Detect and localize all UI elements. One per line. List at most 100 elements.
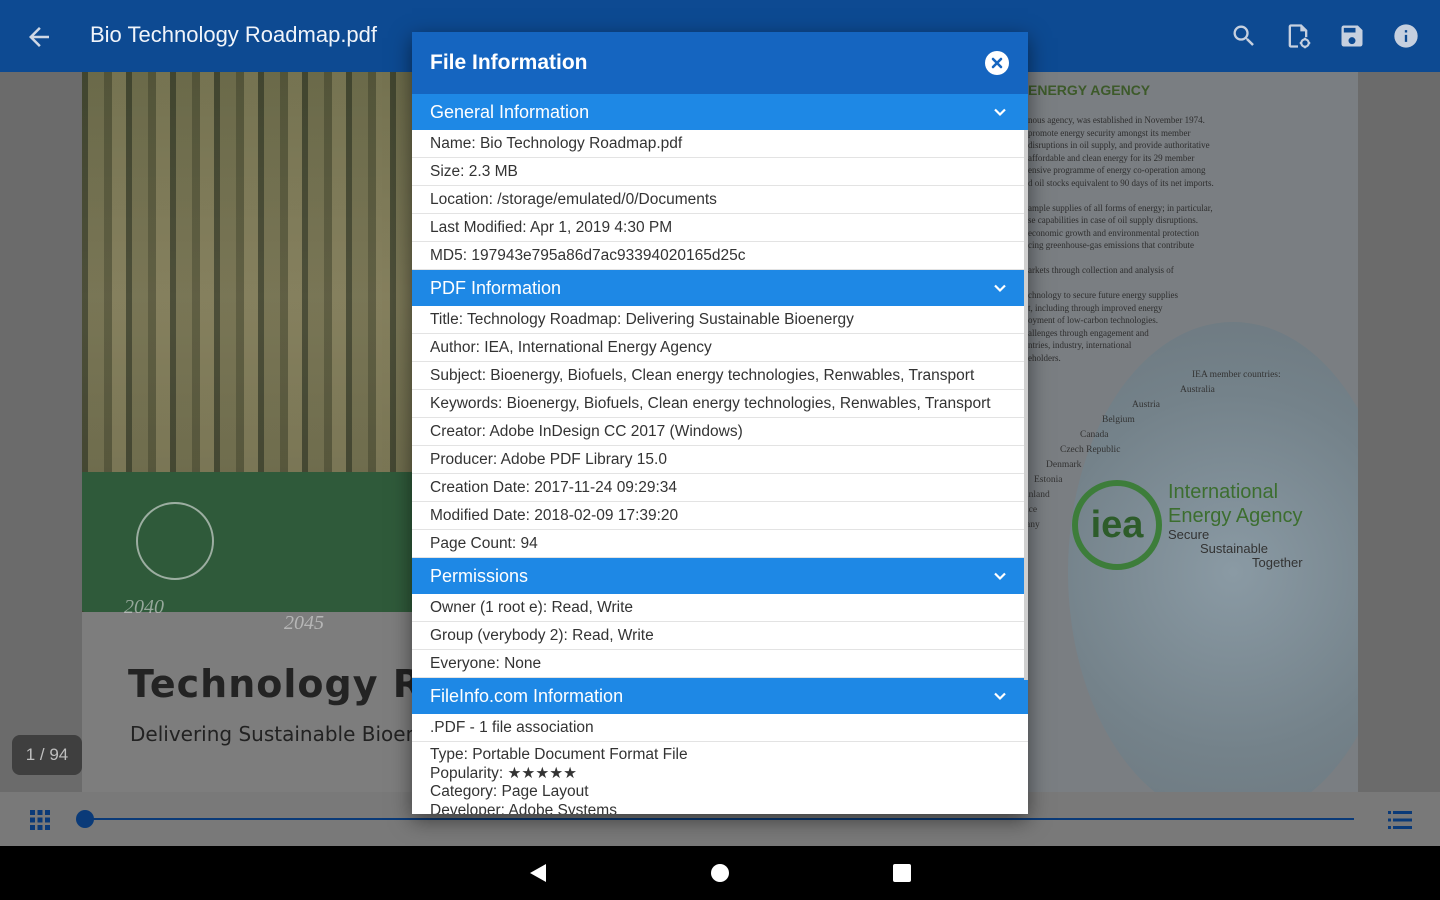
info-row-subject: Subject: Bioenergy, Biofuels, Clean ener…	[412, 362, 1028, 390]
country-label: Australia	[1180, 385, 1215, 395]
info-row-author: Author: IEA, International Energy Agency	[412, 334, 1028, 362]
section-title: PDF Information	[430, 277, 562, 298]
info-row-everyone: Everyone: None	[412, 650, 1028, 678]
file-settings-icon[interactable]	[1284, 22, 1312, 50]
agency-text-spacer	[1028, 277, 1258, 290]
agency-text-line: cing greenhouse-gas emissions that contr…	[1028, 240, 1194, 250]
iea-org-name: International Energy Agency	[1168, 480, 1303, 528]
section-header-pdf[interactable]: PDF Information	[412, 270, 1028, 306]
section-header-fileinfo[interactable]: FileInfo.com Information	[412, 678, 1028, 714]
tagline-line: Together	[1252, 555, 1303, 570]
nav-back-icon[interactable]	[528, 863, 548, 888]
system-navigation-bar	[0, 846, 1440, 900]
dialog-body[interactable]: General Information Name: Bio Technology…	[412, 94, 1028, 814]
document-title: Bio Technology Roadmap.pdf	[90, 22, 378, 47]
section-title: Permissions	[430, 565, 529, 586]
back-arrow-icon[interactable]	[24, 22, 54, 52]
info-row-producer: Producer: Adobe PDF Library 15.0	[412, 446, 1028, 474]
org-name-line: International	[1168, 481, 1279, 503]
agency-text-line: affordable and clean energy for its 29 m…	[1028, 152, 1195, 163]
info-row-popularity: Popularity: ★★★★★	[430, 764, 578, 782]
iea-tagline: Secure Sustainable Together	[1168, 528, 1303, 570]
agency-text-line: ntries, industry, international	[1028, 340, 1132, 350]
agency-heading: ENERGY AGENCY	[1028, 82, 1151, 98]
nav-recents-icon[interactable]	[893, 864, 911, 887]
country-label: Belgium	[1102, 415, 1135, 425]
agency-text-line: nous agency, was established in November…	[1028, 115, 1205, 125]
document-page-left: 2040 2045 Technology Roa Delivering Sust…	[82, 72, 422, 792]
tagline-line: Sustainable	[1200, 541, 1268, 556]
agency-text-line: se capabilities in case of oil supply di…	[1028, 215, 1198, 225]
agency-text-line: economic growth and environmental protec…	[1028, 227, 1199, 238]
info-row-name: Name: Bio Technology Roadmap.pdf	[412, 130, 1028, 158]
file-information-dialog: File Information General Information Nam…	[412, 32, 1028, 814]
agency-text-spacer	[1028, 189, 1258, 202]
country-label: Canada	[1080, 430, 1109, 440]
member-countries-label: IEA member countries:	[1192, 370, 1281, 380]
dialog-header: File Information	[412, 32, 1028, 94]
nav-home-icon[interactable]	[710, 863, 730, 888]
agency-text-line: oyment of low-carbon technologies.	[1028, 315, 1158, 325]
info-row-location: Location: /storage/emulated/0/Documents	[412, 186, 1028, 214]
cover-circle-decoration	[136, 502, 214, 580]
outline-list-icon[interactable]	[1388, 810, 1412, 830]
info-row-category: Category: Page Layout	[430, 783, 589, 800]
fileinfo-details: Type: Portable Document Format File Popu…	[412, 742, 1028, 814]
agency-text-line: disruptions in oil supply, and provide a…	[1028, 140, 1210, 150]
info-row-title: Title: Technology Roadmap: Delivering Su…	[412, 306, 1028, 334]
cover-year-label: 2040	[124, 596, 164, 618]
country-label: Austria	[1132, 400, 1160, 410]
country-label: Czech Republic	[1060, 445, 1121, 455]
agency-text-line: chnology to secure future energy supplie…	[1028, 290, 1179, 300]
info-row-page-count: Page Count: 94	[412, 530, 1028, 558]
document-page-right: ENERGY AGENCY nous agency, was establish…	[1028, 72, 1358, 792]
agency-text-line: promote energy security amongst its memb…	[1028, 127, 1191, 138]
cover-subtitle: Delivering Sustainable Bioene	[130, 722, 422, 746]
agency-text-line: eholders.	[1028, 352, 1061, 363]
section-header-permissions[interactable]: Permissions	[412, 558, 1028, 594]
agency-text-line: d oil stocks equivalent to 90 days of it…	[1028, 177, 1214, 188]
section-title: General Information	[430, 101, 590, 122]
info-row-developer: Developer: Adobe Systems	[430, 801, 617, 815]
org-name-line: Energy Agency	[1168, 505, 1303, 527]
agency-text-line: ensive programme of energy co-operation …	[1028, 165, 1206, 175]
close-icon[interactable]	[985, 51, 1009, 75]
save-icon[interactable]	[1338, 22, 1366, 50]
iea-logo: iea	[1072, 480, 1162, 570]
info-row-type: Type: Portable Document Format File	[430, 746, 688, 763]
page-slider-track[interactable]	[86, 818, 1354, 820]
agency-text-spacer	[1028, 252, 1258, 265]
info-row-association: .PDF - 1 file association	[412, 714, 1028, 742]
search-icon[interactable]	[1230, 22, 1258, 50]
section-header-general[interactable]: General Information	[412, 94, 1028, 130]
info-row-md5: MD5: 197943e795a86d7ac93394020165d25c	[412, 242, 1028, 270]
info-row-creator: Creator: Adobe InDesign CC 2017 (Windows…	[412, 418, 1028, 446]
app-bar-actions	[1230, 22, 1420, 50]
info-icon[interactable]	[1392, 22, 1420, 50]
info-row-size: Size: 2.3 MB	[412, 158, 1028, 186]
cover-title: Technology Roa	[128, 662, 422, 706]
chevron-down-icon[interactable]	[992, 104, 1008, 120]
section-title: FileInfo.com Information	[430, 685, 624, 706]
country-label: Denmark	[1046, 460, 1082, 470]
agency-text-line: allenges through engagement and	[1028, 327, 1149, 338]
info-row-group: Group (verybody 2): Read, Write	[412, 622, 1028, 650]
tagline-line: Secure	[1168, 527, 1210, 542]
dialog-scrollbar[interactable]	[1024, 130, 1028, 680]
page-indicator: 1 / 94	[12, 735, 82, 775]
agency-text-line: ample supplies of all forms of energy; i…	[1028, 202, 1213, 213]
info-row-keywords: Keywords: Bioenergy, Biofuels, Clean ene…	[412, 390, 1028, 418]
page-slider-thumb[interactable]	[76, 810, 94, 828]
chevron-down-icon[interactable]	[992, 280, 1008, 296]
agency-text-line: t, including through improved energy	[1028, 302, 1163, 313]
cover-year-label: 2045	[284, 612, 324, 634]
chevron-down-icon[interactable]	[992, 568, 1008, 584]
dialog-title: File Information	[430, 51, 588, 74]
info-row-last-modified: Last Modified: Apr 1, 2019 4:30 PM	[412, 214, 1028, 242]
agency-text-line: arkets through collection and analysis o…	[1028, 265, 1174, 275]
info-row-creation-date: Creation Date: 2017-11-24 09:29:34	[412, 474, 1028, 502]
info-row-modified-date: Modified Date: 2018-02-09 17:39:20	[412, 502, 1028, 530]
chevron-down-icon[interactable]	[992, 688, 1008, 704]
agency-description: nous agency, was established in November…	[1028, 114, 1258, 364]
thumbnail-grid-icon[interactable]	[30, 810, 50, 830]
